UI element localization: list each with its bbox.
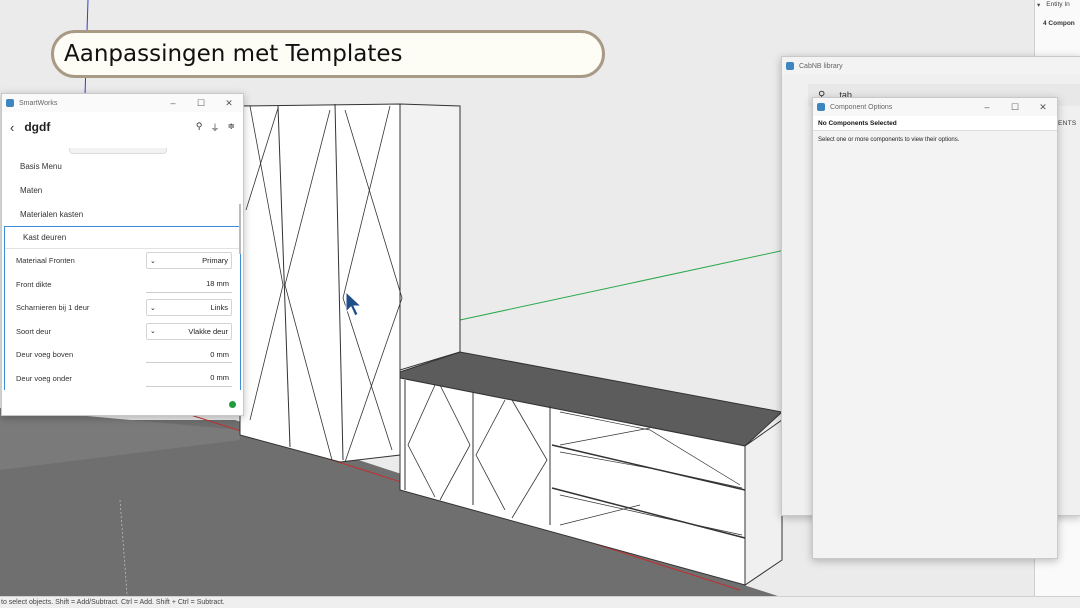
entity-info-title: Entity In: [1046, 1, 1070, 8]
option-label: Front dikte: [16, 279, 52, 289]
smartworks-window[interactable]: SmartWorks – ☐ ✕ ‹ dgdf ⚲ ⏚ ≑ Basis Menu…: [1, 93, 244, 416]
cabnb-tab-label[interactable]: ENTS: [1058, 120, 1077, 127]
component-options-hint: Select one or more components to view th…: [818, 137, 960, 143]
maximize-icon[interactable]: ☐: [1001, 102, 1029, 113]
chevron-down-icon[interactable]: ▾: [1037, 1, 1040, 9]
chevron-down-icon: ⌄: [150, 257, 156, 265]
cabnb-app-icon: [786, 62, 794, 70]
section-title[interactable]: Kast deuren: [5, 227, 240, 249]
chevron-down-icon: ⌄: [150, 328, 156, 336]
menu-item-materialen-kasten[interactable]: Materialen kasten: [2, 202, 243, 226]
component-options-title: Component Options: [830, 103, 893, 111]
scrollbar[interactable]: [239, 204, 241, 254]
menu-item-maten[interactable]: Maten: [2, 178, 243, 202]
close-icon[interactable]: ✕: [1029, 102, 1057, 113]
maximize-icon[interactable]: ☐: [187, 98, 215, 109]
minimize-icon[interactable]: –: [159, 98, 187, 109]
option-value: 0 mm: [210, 373, 229, 383]
component-options-app-icon: [817, 103, 825, 111]
component-options-titlebar[interactable]: Component Options – ☐ ✕: [813, 98, 1057, 116]
option-label: Deur voeg onder: [16, 373, 72, 383]
tall-cabinet-side: [399, 103, 461, 371]
option-row: Front dikte 18 mm: [5, 273, 240, 297]
option-value: 18 mm: [206, 279, 229, 289]
green-axis: [459, 249, 786, 321]
option-label: Soort deur: [16, 326, 52, 336]
menu-item-basis-menu[interactable]: Basis Menu: [2, 154, 243, 178]
option-value: Links: [210, 303, 228, 313]
sketchup-viewport[interactable]: Aanpassingen met Templates ▾ Entity In 4…: [0, 0, 1080, 608]
smartworks-titlebar[interactable]: SmartWorks – ☐ ✕: [2, 94, 243, 112]
tall-cabinet-front: [239, 103, 401, 463]
cabnb-titlebar[interactable]: CabNB library: [782, 57, 1080, 75]
scharnieren-select[interactable]: ⌄ Links: [146, 299, 232, 317]
title-banner: Aanpassingen met Templates: [51, 30, 605, 78]
materiaal-fronten-select[interactable]: ⌄ Primary: [146, 252, 232, 270]
minimize-icon[interactable]: –: [973, 102, 1001, 113]
back-arrow-icon[interactable]: ‹: [10, 120, 14, 135]
mouse-cursor-icon: [345, 290, 363, 317]
status-bar: to select objects. Shift = Add/Subtract.…: [0, 596, 1080, 608]
option-label: Scharnieren bij 1 deur: [16, 303, 90, 313]
sliders-icon[interactable]: ≑: [227, 121, 235, 134]
component-options-heading: No Components Selected: [813, 116, 1057, 131]
base-cabinet-side: [744, 419, 783, 586]
front-dikte-input[interactable]: 18 mm: [146, 276, 232, 293]
option-row: Scharnieren bij 1 deur ⌄ Links: [5, 296, 240, 320]
plug-icon[interactable]: ⏚: [210, 121, 219, 134]
option-row: Deur voeg boven 0 mm: [5, 343, 240, 367]
deur-voeg-onder-input[interactable]: 0 mm: [146, 370, 232, 387]
smartworks-app-icon: [6, 99, 14, 107]
option-row: Deur voeg onder 0 mm: [5, 367, 240, 391]
deur-voeg-boven-input[interactable]: 0 mm: [146, 346, 232, 364]
component-options-window[interactable]: Component Options – ☐ ✕ No Components Se…: [812, 97, 1058, 559]
cabnb-window-title: CabNB library: [799, 62, 843, 70]
status-dot: [229, 401, 236, 408]
option-value: Vlakke deur: [188, 326, 228, 336]
soort-deur-select[interactable]: ⌄ Vlakke deur: [146, 322, 232, 340]
close-icon[interactable]: ✕: [215, 98, 243, 109]
entity-info-count: 4 Compon: [1043, 20, 1075, 27]
option-row: Soort deur ⌄ Vlakke deur: [5, 320, 240, 344]
section-kast-deuren: Kast deuren Materiaal Fronten ⌄ Primary …: [4, 226, 241, 390]
option-value: Primary: [202, 256, 228, 266]
option-label: Materiaal Fronten: [16, 256, 75, 266]
banner-title: Aanpassingen met Templates: [64, 41, 403, 67]
smartworks-header-title: dgdf: [24, 120, 51, 134]
smartworks-window-title: SmartWorks: [19, 99, 58, 107]
option-row: Materiaal Fronten ⌄ Primary: [5, 249, 240, 273]
smartworks-header: ‹ dgdf ⚲ ⏚ ≑: [2, 112, 243, 142]
option-value: 0 mm: [210, 349, 229, 359]
chevron-down-icon: ⌄: [150, 304, 156, 312]
option-label: Deur voeg boven: [16, 350, 74, 360]
search-icon[interactable]: ⚲: [196, 121, 203, 134]
